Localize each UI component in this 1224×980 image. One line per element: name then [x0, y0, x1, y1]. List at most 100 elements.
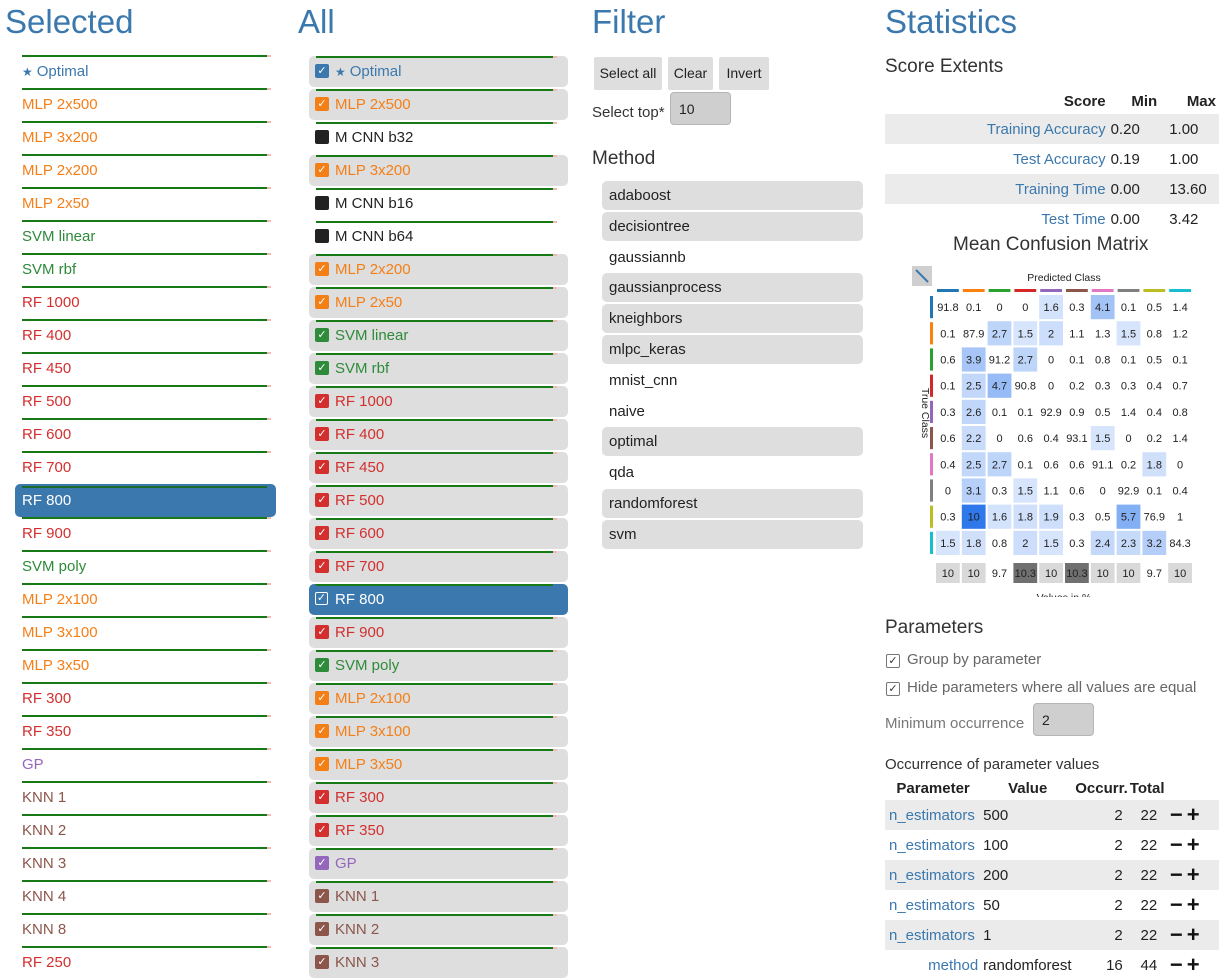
- checked-checkbox-icon[interactable]: ✓: [315, 97, 329, 111]
- occ-parameter[interactable]: n_estimators: [885, 890, 981, 920]
- all-item-knn-2[interactable]: ✓ KNN 2: [309, 914, 568, 945]
- method-item-kneighbors[interactable]: kneighbors: [602, 304, 863, 334]
- group-by-parameter-checkbox[interactable]: ✓: [886, 654, 900, 668]
- method-item-qda[interactable]: qda: [602, 458, 863, 487]
- all-item-rf-300[interactable]: ✓ RF 300: [309, 782, 568, 813]
- selected-item-svm-poly[interactable]: SVM poly: [15, 550, 276, 583]
- invert-button[interactable]: Invert: [719, 57, 769, 90]
- all-item-knn-3[interactable]: ✓ KNN 3: [309, 947, 568, 978]
- selected-item-mlp-2x100[interactable]: MLP 2x100: [15, 583, 276, 616]
- method-item-optimal[interactable]: optimal: [602, 427, 863, 457]
- checked-checkbox-icon[interactable]: ✓: [315, 790, 329, 804]
- all-item-svm-rbf[interactable]: ✓ SVM rbf: [309, 353, 568, 384]
- all-item-rf-600[interactable]: ✓ RF 600: [309, 518, 568, 549]
- checked-checkbox-icon[interactable]: ✓: [315, 460, 329, 474]
- all-item-optimal[interactable]: ✓ ★ Optimal: [309, 56, 568, 87]
- occ-parameter[interactable]: n_estimators: [885, 830, 981, 860]
- all-item-rf-500[interactable]: ✓ RF 500: [309, 485, 568, 516]
- selected-item-mlp-2x50[interactable]: MLP 2x50: [15, 187, 276, 220]
- checked-checkbox-icon[interactable]: ✓: [315, 526, 329, 540]
- method-item-svm[interactable]: svm: [602, 519, 863, 549]
- minus-icon[interactable]: −: [1170, 922, 1187, 947]
- checked-checkbox-icon[interactable]: ✓: [315, 823, 329, 837]
- extents-score-name[interactable]: Training Time: [885, 174, 1107, 204]
- selected-item-rf-1000[interactable]: RF 1000: [15, 286, 276, 319]
- selected-item-rf-400[interactable]: RF 400: [15, 319, 276, 352]
- method-item-decisiontree[interactable]: decisiontree: [602, 211, 863, 241]
- unchecked-checkbox-icon[interactable]: [315, 130, 329, 144]
- hide-equal-checkbox[interactable]: ✓: [886, 682, 900, 696]
- all-item-gp[interactable]: ✓ GP: [309, 848, 568, 879]
- all-item-mlp-2x500[interactable]: ✓ MLP 2x500: [309, 89, 568, 120]
- selected-item-rf-800[interactable]: RF 800: [15, 484, 276, 517]
- selected-item-rf-350[interactable]: RF 350: [15, 715, 276, 748]
- selected-item-knn-2[interactable]: KNN 2: [15, 814, 276, 847]
- method-item-gaussianprocess[interactable]: gaussianprocess: [602, 273, 863, 303]
- checked-checkbox-icon[interactable]: ✓: [315, 757, 329, 771]
- min-occurrence-input[interactable]: 2: [1033, 703, 1094, 736]
- selected-item-rf-600[interactable]: RF 600: [15, 418, 276, 451]
- checked-checkbox-icon[interactable]: ✓: [315, 955, 329, 969]
- select-top-input[interactable]: 10: [670, 92, 731, 125]
- checked-checkbox-icon[interactable]: ✓: [315, 427, 329, 441]
- minus-icon[interactable]: −: [1170, 952, 1187, 977]
- checked-checkbox-icon[interactable]: ✓: [315, 394, 329, 408]
- all-item-mlp-2x50[interactable]: ✓ MLP 2x50: [309, 287, 568, 318]
- checked-checkbox-icon[interactable]: ✓: [315, 295, 329, 309]
- all-item-rf-900[interactable]: ✓ RF 900: [309, 617, 568, 648]
- all-item-svm-poly[interactable]: ✓ SVM poly: [309, 650, 568, 681]
- plus-icon[interactable]: +: [1187, 832, 1204, 857]
- unchecked-checkbox-icon[interactable]: [315, 196, 329, 210]
- checked-checkbox-icon[interactable]: ✓: [315, 361, 329, 375]
- minus-icon[interactable]: −: [1170, 892, 1187, 917]
- extents-score-name[interactable]: Test Accuracy: [885, 144, 1107, 174]
- checked-checkbox-icon[interactable]: ✓: [315, 625, 329, 639]
- all-item-mlp-3x200[interactable]: ✓ MLP 3x200: [309, 155, 568, 186]
- all-item-mlp-3x100[interactable]: ✓ MLP 3x100: [309, 716, 568, 747]
- all-item-mlp-2x100[interactable]: ✓ MLP 2x100: [309, 683, 568, 714]
- selected-item-rf-700[interactable]: RF 700: [15, 451, 276, 484]
- extents-score-name[interactable]: Training Accuracy: [885, 114, 1107, 144]
- minus-icon[interactable]: −: [1170, 832, 1187, 857]
- all-item-mlp-3x50[interactable]: ✓ MLP 3x50: [309, 749, 568, 780]
- method-item-randomforest[interactable]: randomforest: [602, 489, 863, 518]
- checked-checkbox-icon[interactable]: ✓: [315, 691, 329, 705]
- selected-item-rf-500[interactable]: RF 500: [15, 385, 276, 418]
- selected-item-svm-rbf[interactable]: SVM rbf: [15, 253, 276, 286]
- all-item-rf-350[interactable]: ✓ RF 350: [309, 815, 568, 846]
- checked-checkbox-icon[interactable]: ✓: [315, 724, 329, 738]
- unchecked-checkbox-icon[interactable]: [315, 229, 329, 243]
- plus-icon[interactable]: +: [1187, 862, 1204, 887]
- selected-item-mlp-3x100[interactable]: MLP 3x100: [15, 616, 276, 649]
- occ-parameter[interactable]: method: [885, 950, 981, 980]
- checked-checkbox-icon[interactable]: ✓: [315, 592, 328, 605]
- selected-item-mlp-2x200[interactable]: MLP 2x200: [15, 154, 276, 187]
- selected-item-optimal[interactable]: ★ Optimal: [15, 55, 276, 88]
- all-item-rf-700[interactable]: ✓ RF 700: [309, 551, 568, 582]
- selected-item-knn-4[interactable]: KNN 4: [15, 880, 276, 913]
- checked-checkbox-icon[interactable]: ✓: [315, 64, 329, 78]
- method-item-adaboost[interactable]: adaboost: [602, 181, 863, 210]
- selected-item-svm-linear[interactable]: SVM linear: [15, 220, 276, 253]
- method-item-mnist-cnn[interactable]: mnist_cnn: [602, 366, 863, 395]
- all-item-rf-800[interactable]: ✓ RF 800: [309, 584, 568, 615]
- plus-icon[interactable]: +: [1187, 892, 1204, 917]
- selected-item-gp[interactable]: GP: [15, 748, 276, 781]
- selected-item-rf-900[interactable]: RF 900: [15, 517, 276, 550]
- all-item-knn-1[interactable]: ✓ KNN 1: [309, 881, 568, 912]
- all-item-mlp-2x200[interactable]: ✓ MLP 2x200: [309, 254, 568, 285]
- all-item-rf-400[interactable]: ✓ RF 400: [309, 419, 568, 450]
- minus-icon[interactable]: −: [1170, 802, 1187, 827]
- selected-item-knn-1[interactable]: KNN 1: [15, 781, 276, 814]
- selected-item-mlp-3x50[interactable]: MLP 3x50: [15, 649, 276, 682]
- occ-parameter[interactable]: n_estimators: [885, 920, 982, 950]
- checked-checkbox-icon[interactable]: ✓: [315, 163, 329, 177]
- all-item-m-cnn-b16[interactable]: M CNN b16: [309, 188, 568, 219]
- selected-item-knn-3[interactable]: KNN 3: [15, 847, 276, 880]
- checked-checkbox-icon[interactable]: ✓: [315, 889, 329, 903]
- method-item-mlpc-keras[interactable]: mlpc_keras: [602, 335, 863, 364]
- all-item-rf-450[interactable]: ✓ RF 450: [309, 452, 568, 483]
- checked-checkbox-icon[interactable]: ✓: [315, 328, 329, 342]
- selected-item-mlp-3x200[interactable]: MLP 3x200: [15, 121, 276, 154]
- all-item-m-cnn-b64[interactable]: M CNN b64: [309, 221, 568, 252]
